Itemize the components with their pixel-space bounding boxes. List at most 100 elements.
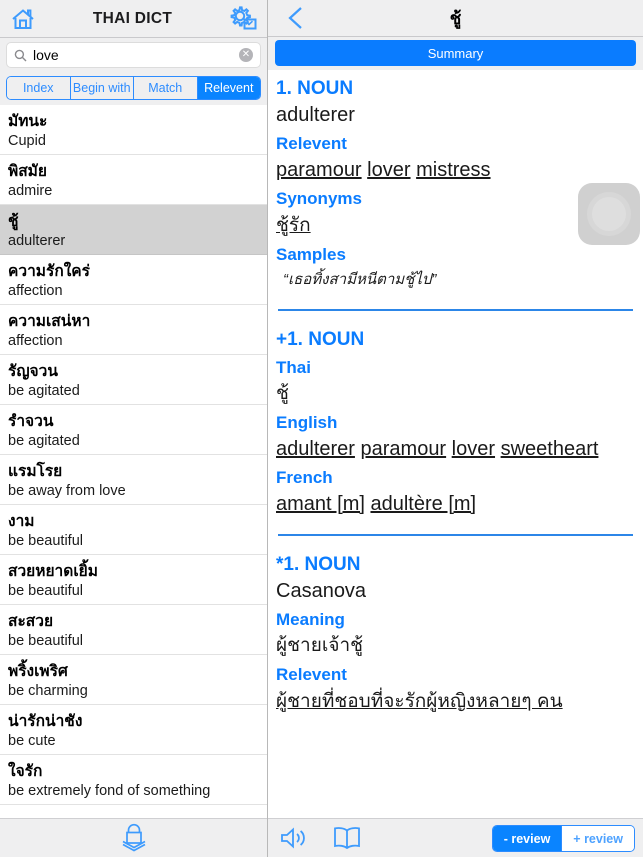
record-circle-icon[interactable] [578, 183, 640, 245]
list-item[interactable]: ชู้ adulterer [0, 205, 267, 255]
field-label: Relevent [276, 665, 347, 684]
list-item-thai: รัญจวน [8, 362, 58, 380]
list-item[interactable]: รำจวน be agitated [0, 405, 267, 455]
entry-sections: 1. NOUN adulterer Relevent paramour lover m… [276, 76, 635, 716]
list-item-thai: แรมโรย [8, 462, 63, 480]
list-item-thai: น่ารักน่าชัง [8, 712, 83, 730]
clear-icon[interactable]: ✕ [239, 48, 253, 62]
entry-link[interactable]: adultère [m] [370, 493, 476, 515]
entry-link[interactable]: lover [367, 159, 410, 181]
list-item[interactable]: รัญจวน be agitated [0, 355, 267, 405]
field-label: Samples [276, 245, 346, 264]
list-item[interactable]: แรมโรย be away from love [0, 455, 267, 505]
segment-begin-with[interactable]: Begin with [70, 77, 134, 99]
summary-button[interactable]: Summary [275, 40, 636, 66]
list-item-english: admire [8, 182, 53, 199]
segment-index[interactable]: Index [7, 77, 71, 99]
list-item-english: be beautiful [8, 532, 83, 549]
search-mode-segmented: Index Begin with Match Relevent [6, 76, 261, 100]
entry-link[interactable]: ชู้รัก [276, 212, 311, 240]
record-circle-inner [592, 197, 626, 231]
list-item-english: affection [8, 282, 63, 299]
field-label: English [276, 413, 338, 432]
list-item[interactable]: สวยหยาดเยิ้ม be beautiful [0, 555, 267, 605]
list-item[interactable]: งาม be beautiful [0, 505, 267, 555]
list-item[interactable]: มัทนะ Cupid [0, 105, 267, 155]
segment-relevent[interactable]: Relevent [197, 77, 260, 99]
list-item-english: be beautiful [8, 582, 83, 599]
chevron-left-icon[interactable] [286, 5, 304, 36]
entry-link[interactable]: ผู้ชายที่ชอบที่จะรักผู้หญิงหลายๆ คน [276, 688, 563, 716]
list-item-english: be away from love [8, 482, 126, 499]
list-item-thai: พิสมัย [8, 162, 47, 180]
list-item-english: be charming [8, 682, 88, 699]
field-links: amant [m] adultère [m] [276, 490, 635, 518]
list-item-english: be beautiful [8, 632, 83, 649]
search-value: love [33, 47, 59, 63]
list-item-english: be extremely fond of something [8, 782, 211, 799]
list-item[interactable]: สะสวย be beautiful [0, 605, 267, 655]
home-icon[interactable] [8, 4, 38, 34]
list-item-thai: รำจวน [8, 412, 54, 430]
list-item[interactable]: ความรักใคร่ affection [0, 255, 267, 305]
section-definition: Casanova [276, 580, 367, 602]
list-item-english: affection [8, 332, 63, 349]
review-minus-button[interactable]: - review [492, 826, 562, 851]
list-item[interactable]: พิสมัย admire [0, 155, 267, 205]
list-item[interactable]: พริ้งเพริศ be charming [0, 655, 267, 705]
list-item[interactable]: ใจรัก be extremely fond of something [0, 755, 267, 805]
list-item-thai: งาม [8, 512, 35, 530]
list-item-english: Cupid [8, 132, 46, 149]
list-item-thai: มัทนะ [8, 112, 48, 130]
list-item-english: be agitated [8, 382, 80, 399]
detail-header: ชู้ [268, 0, 643, 37]
field-links: ผู้ชายที่ชอบที่จะรักผู้หญิงหลายๆ คน [276, 687, 635, 716]
field-thai-text: ผู้ชายเจ้าชู้ [276, 635, 364, 656]
search-icon [14, 49, 27, 62]
field-links: paramour lover mistress [276, 156, 635, 184]
section-divider [278, 534, 633, 536]
section-heading: *1. NOUN [276, 554, 361, 575]
field-sample: “เธอทิ้งสามีหนีตามชู้ไป” [283, 271, 437, 288]
summary-bar: Summary [268, 37, 643, 70]
book-icon[interactable] [330, 824, 364, 852]
app-root: THAI DICT love ✕ Index Begin with Match … [0, 0, 643, 857]
left-header: THAI DICT [0, 0, 267, 38]
search-mode-segmented-wrap: Index Begin with Match Relevent [0, 74, 267, 105]
list-item-thai: สวยหยาดเยิ้ม [8, 562, 98, 580]
left-footer [0, 818, 267, 857]
entry-link[interactable]: paramour [361, 438, 447, 460]
search-results-list[interactable]: มัทนะ Cupid พิสมัย admire ชู้ adulterer ความรั… [0, 105, 267, 818]
review-button-group: - review + review [491, 825, 635, 852]
entry-link[interactable]: amant [m] [276, 493, 365, 515]
list-item-thai: ชู้ [8, 212, 19, 230]
entry-link[interactable]: adulterer [276, 438, 355, 460]
review-plus-button[interactable]: + review [561, 826, 634, 851]
entry-link[interactable]: sweetheart [501, 438, 599, 460]
detail-footer: - review + review [268, 818, 643, 857]
list-item-thai: ใจรัก [8, 762, 43, 780]
entry-title: ชู้ [449, 8, 462, 28]
field-links: adulterer paramour lover sweetheart [276, 435, 635, 463]
entry-detail-pane: ชู้ Summary 1. NOUN adulterer Relevent para… [268, 0, 643, 857]
list-item[interactable]: น่ารักน่าชัง be cute [0, 705, 267, 755]
gear-document-icon[interactable] [227, 4, 259, 34]
field-label: French [276, 468, 333, 487]
list-item-english: adulterer [8, 232, 66, 249]
entry-content[interactable]: 1. NOUN adulterer Relevent paramour lover m… [268, 70, 643, 818]
list-item-thai: ความเสน่หา [8, 312, 91, 330]
list-item[interactable]: ความเสน่หา affection [0, 305, 267, 355]
field-label: Thai [276, 358, 311, 377]
list-item-thai: สะสวย [8, 612, 54, 630]
search-bar: love ✕ [0, 38, 267, 74]
bag-download-icon[interactable] [116, 822, 152, 854]
entry-link[interactable]: mistress [416, 159, 490, 181]
section-definition: adulterer [276, 104, 355, 126]
segment-match[interactable]: Match [134, 77, 198, 99]
speaker-icon[interactable] [278, 824, 312, 852]
field-label: Meaning [276, 610, 345, 629]
entry-link[interactable]: paramour [276, 159, 362, 181]
search-input[interactable]: love ✕ [6, 42, 261, 68]
entry-link[interactable]: lover [452, 438, 495, 460]
section-heading: 1. NOUN [276, 78, 354, 99]
